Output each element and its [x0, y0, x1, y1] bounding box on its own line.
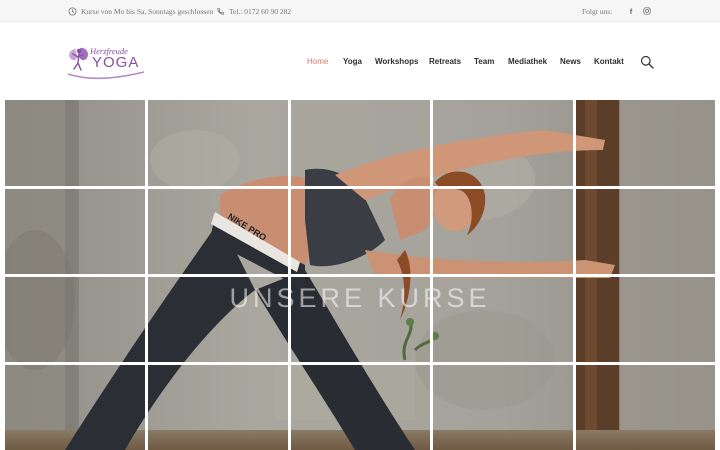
opening-hours-text: Kurse von Mo bis Sa, Sonntags geschlosse… — [81, 6, 214, 16]
nav-item-mediathek[interactable]: Mediathek — [508, 57, 547, 66]
logo-swoosh-icon — [67, 71, 145, 80]
nav-item-kontakt[interactable]: Kontakt — [594, 57, 624, 66]
search-icon[interactable] — [640, 55, 654, 69]
clock-icon — [68, 6, 77, 16]
grid-divider — [5, 274, 715, 277]
phone-icon — [217, 7, 225, 15]
opening-hours: Kurse von Mo bis Sa, Sonntags geschlosse… — [68, 0, 213, 22]
grid-divider — [5, 186, 715, 189]
site-header: Herzfreude YOGA Home Yoga Workshops Retr… — [0, 22, 720, 100]
instagram-icon[interactable] — [641, 5, 653, 17]
nav-item-team[interactable]: Team — [474, 57, 494, 66]
top-info-bar: Kurse von Mo bis Sa, Sonntags geschlosse… — [0, 0, 720, 22]
nav-item-home[interactable]: Home — [307, 57, 328, 66]
nav-item-yoga[interactable]: Yoga — [343, 57, 362, 66]
nav-item-retreats[interactable]: Retreats — [429, 57, 461, 66]
nav-item-news[interactable]: News — [560, 57, 581, 66]
nav-item-workshops[interactable]: Workshops — [375, 57, 418, 66]
phone-contact[interactable]: Tel.: 0172 60 90 282 — [216, 0, 291, 22]
hero-title: UNSERE KURSE — [229, 283, 491, 313]
site-logo[interactable]: Herzfreude YOGA — [66, 44, 146, 80]
grid-divider — [5, 362, 715, 365]
facebook-icon[interactable]: f — [625, 5, 637, 17]
phone-number[interactable]: Tel.: 0172 60 90 282 — [229, 7, 291, 16]
follow-label: Folgt uns: — [582, 6, 613, 16]
hero-banner: NIKE PRO UNSERE KURSE — [5, 100, 715, 450]
